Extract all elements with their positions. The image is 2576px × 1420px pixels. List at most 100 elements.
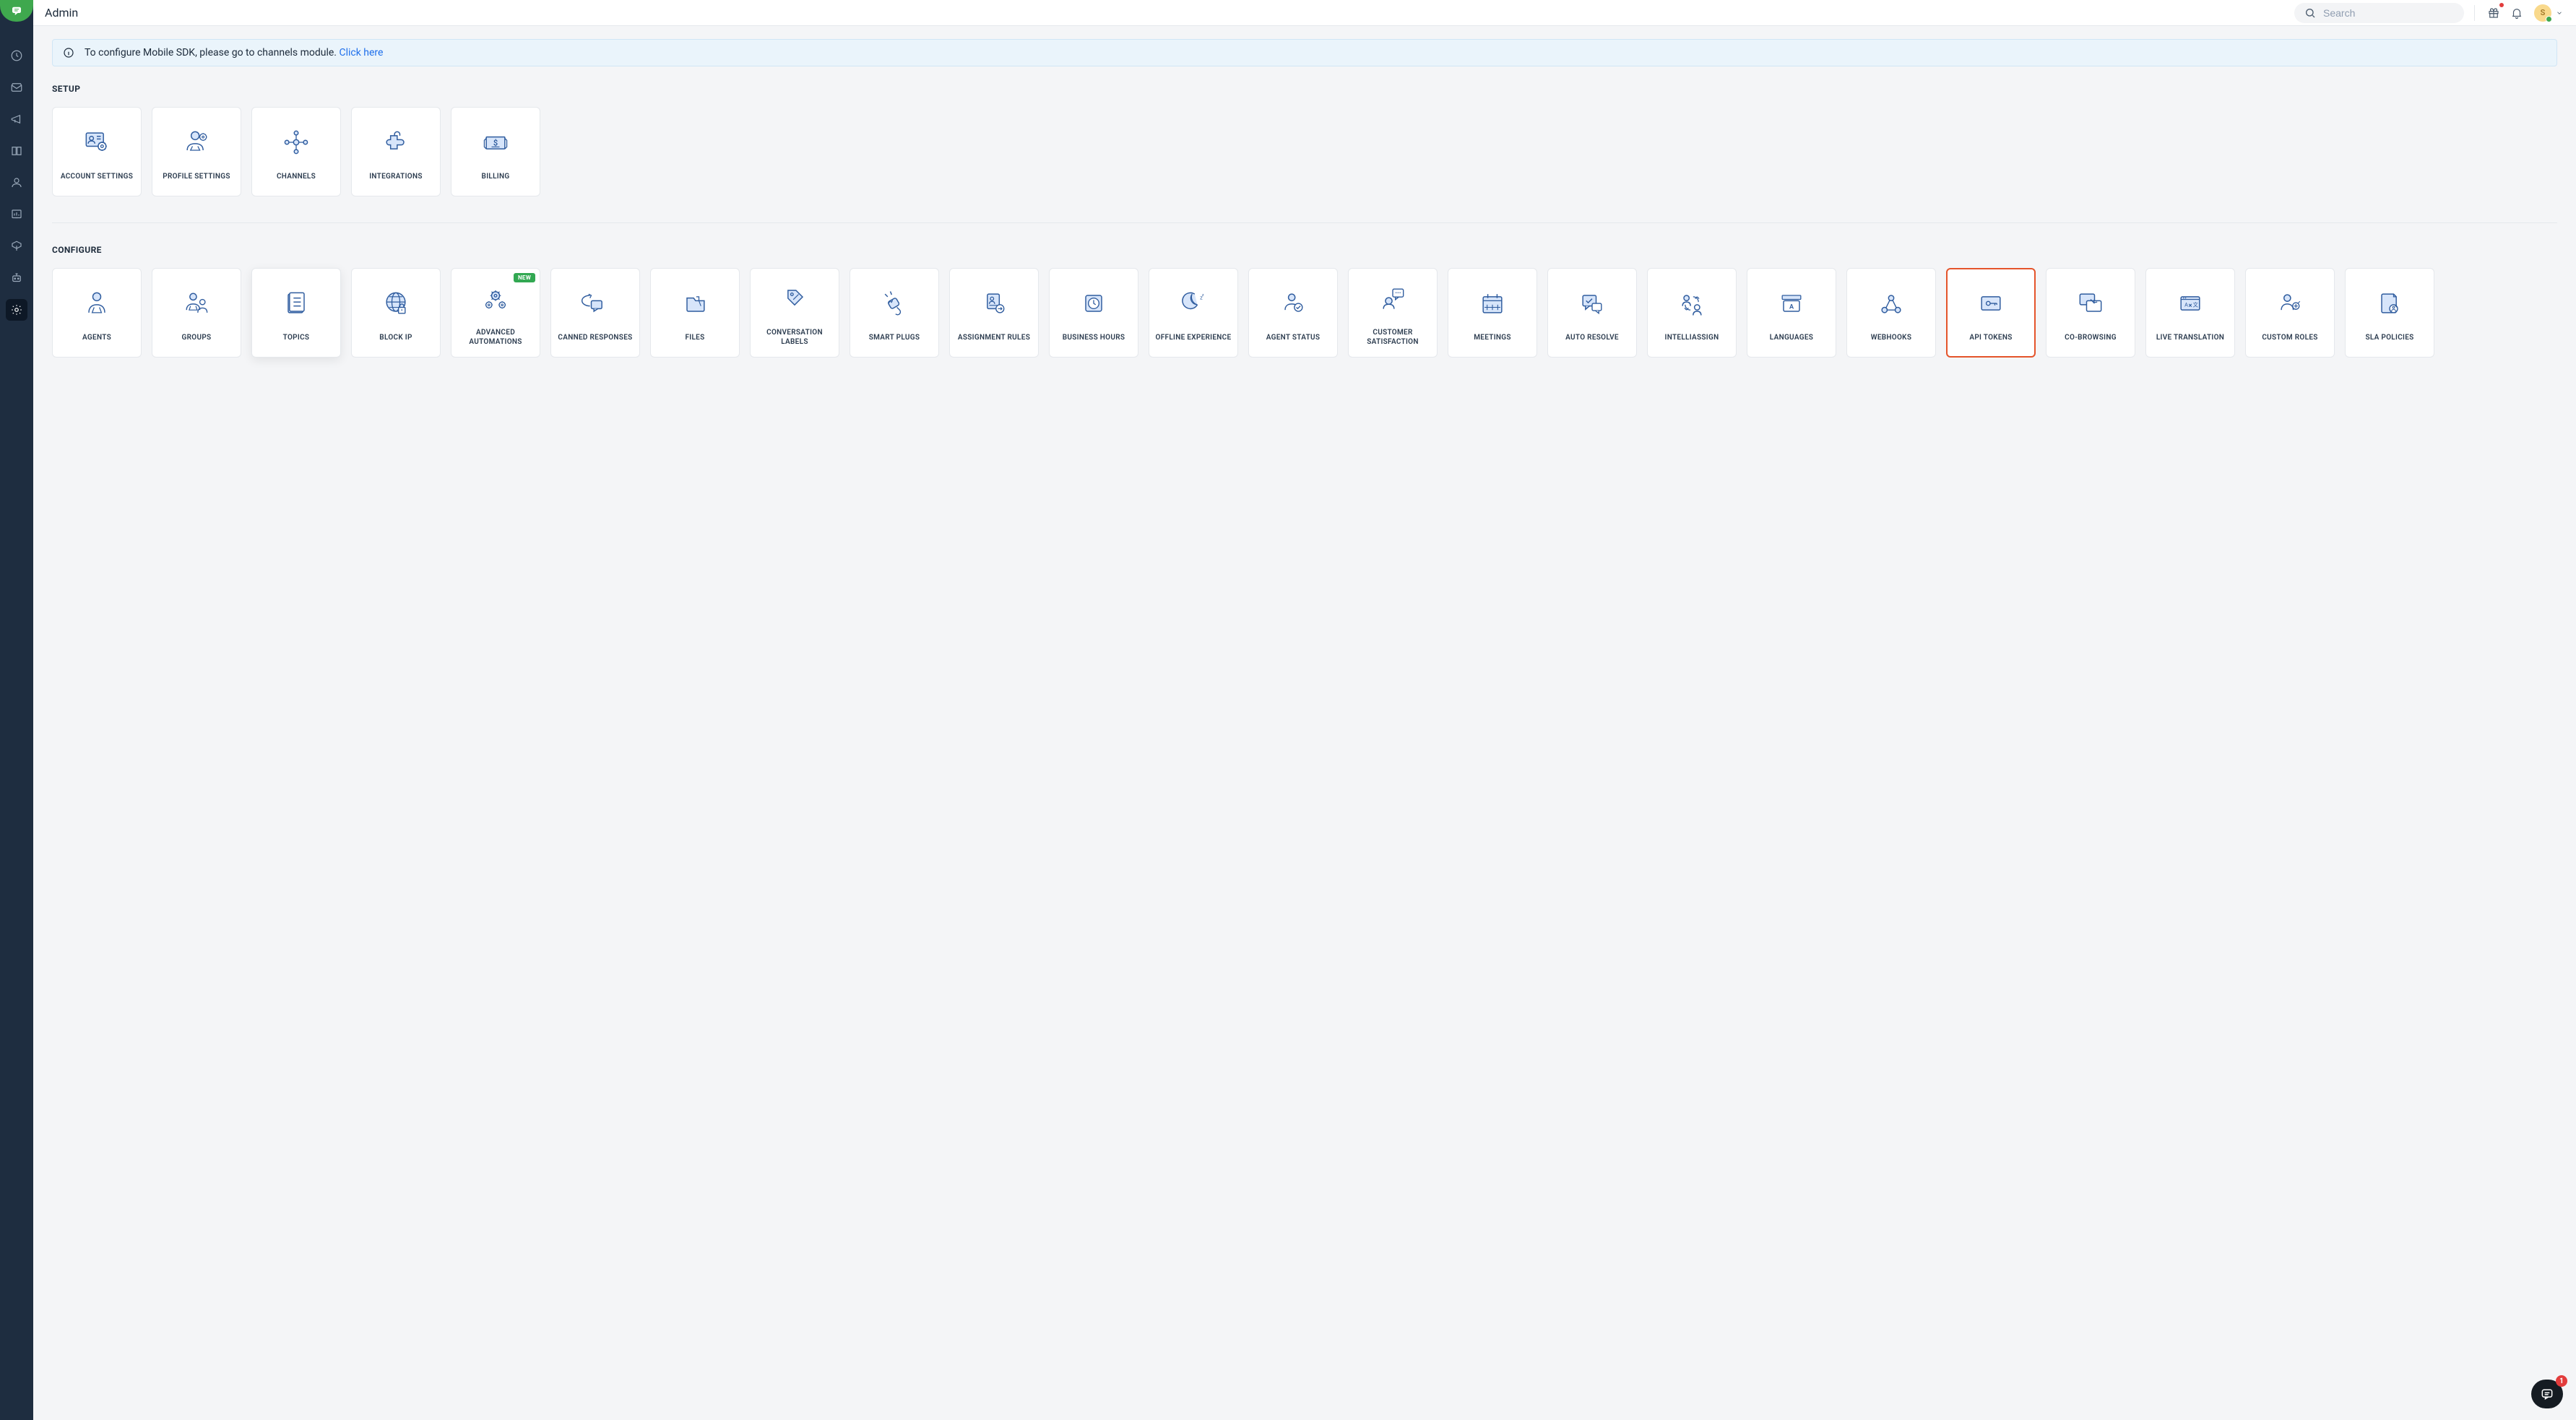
card-webhooks[interactable]: WEBHOOKS: [1846, 268, 1936, 358]
nav-reports[interactable]: [6, 204, 27, 225]
gift-icon: [2487, 7, 2500, 20]
chat-fab[interactable]: 1: [2531, 1380, 2563, 1408]
card-label: BLOCK IP: [379, 333, 412, 342]
nav-bot[interactable]: [6, 267, 27, 289]
search-icon: [2304, 7, 2316, 19]
card-label: ADVANCED AUTOMATIONS: [457, 328, 534, 347]
integrations-icon: [380, 123, 412, 162]
card-custom-roles[interactable]: CUSTOM ROLES: [2245, 268, 2335, 358]
chat-icon: [2540, 1387, 2554, 1401]
card-label: AGENT STATUS: [1266, 333, 1321, 342]
card-label: AUTO RESOLVE: [1565, 333, 1619, 342]
topics-icon: [280, 284, 312, 323]
webhooks-icon: [1875, 284, 1907, 323]
card-topics[interactable]: TOPICS: [251, 268, 341, 358]
card-customer-satisfaction[interactable]: CUSTOMER SATISFACTION: [1348, 268, 1438, 358]
card-smart-plugs[interactable]: SMART PLUGS: [850, 268, 939, 358]
bell-icon: [2510, 7, 2523, 20]
card-advanced-automations[interactable]: NEW ADVANCED AUTOMATIONS: [451, 268, 540, 358]
card-profile-settings[interactable]: PROFILE SETTINGS: [152, 107, 241, 196]
card-billing[interactable]: $ BILLING: [451, 107, 540, 196]
svg-text:A: A: [2184, 301, 2188, 308]
presence-indicator: [2546, 16, 2552, 22]
card-business-hours[interactable]: BUSINESS HOURS: [1049, 268, 1138, 358]
card-label: CHANNELS: [277, 172, 316, 181]
card-assignment-rules[interactable]: ASSIGNMENT RULES: [949, 268, 1039, 358]
section-configure: CONFIGURE AGENTS GROUPS TOPICS BLOCK IP …: [52, 245, 2557, 358]
search-box[interactable]: [2294, 3, 2464, 23]
user-menu[interactable]: S: [2534, 4, 2563, 22]
card-conversation-labels[interactable]: CONVERSATION LABELS: [750, 268, 839, 358]
card-offline-experience[interactable]: zz OFFLINE EXPERIENCE: [1149, 268, 1238, 358]
card-label: FILES: [685, 333, 704, 342]
nav-apps[interactable]: [6, 235, 27, 257]
files-icon: [679, 284, 711, 323]
nav-dashboard[interactable]: [6, 45, 27, 66]
card-files[interactable]: FILES: [650, 268, 740, 358]
card-label: BUSINESS HOURS: [1063, 333, 1125, 342]
card-label: CANNED RESPONSES: [558, 333, 632, 342]
card-label: OFFLINE EXPERIENCE: [1156, 333, 1232, 342]
card-api-tokens[interactable]: API TOKENS: [1946, 268, 2036, 358]
card-label: SMART PLUGS: [869, 333, 920, 342]
banner-link[interactable]: Click here: [339, 47, 383, 59]
card-groups[interactable]: GROUPS: [152, 268, 241, 358]
co-browsing-icon: [2075, 284, 2106, 323]
card-sla-policies[interactable]: SLA POLICIES: [2345, 268, 2434, 358]
nav-admin[interactable]: [6, 299, 27, 321]
badge-new: NEW: [514, 273, 535, 282]
card-intelliassign[interactable]: INTELLIASSIGN: [1647, 268, 1737, 358]
card-auto-resolve[interactable]: AUTO RESOLVE: [1547, 268, 1637, 358]
card-account-settings[interactable]: ACCOUNT SETTINGS: [52, 107, 142, 196]
card-integrations[interactable]: INTEGRATIONS: [351, 107, 441, 196]
card-agents[interactable]: AGENTS: [52, 268, 142, 358]
section-setup: SETUP ACCOUNT SETTINGS PROFILE SETTINGS …: [52, 84, 2557, 196]
languages-icon: A: [1776, 284, 1807, 323]
business-hours-icon: [1078, 284, 1110, 323]
info-icon: [63, 47, 74, 59]
canned-responses-icon: [579, 284, 611, 323]
card-channels[interactable]: CHANNELS: [251, 107, 341, 196]
card-live-translation[interactable]: A文 LIVE TRANSLATION: [2145, 268, 2235, 358]
chevron-down-icon: [2556, 9, 2563, 17]
nav-campaigns[interactable]: [6, 108, 27, 130]
nav-people[interactable]: [6, 172, 27, 194]
card-label: ACCOUNT SETTINGS: [61, 172, 133, 181]
topbar: Admin S: [33, 0, 2576, 26]
card-label: CUSTOM ROLES: [2262, 333, 2317, 342]
app-logo[interactable]: [0, 0, 33, 22]
svg-text:$: $: [493, 138, 498, 147]
billing-icon: $: [480, 123, 511, 162]
auto-resolve-icon: [1576, 284, 1608, 323]
nav-knowledge[interactable]: [6, 140, 27, 162]
search-input[interactable]: [2323, 7, 2454, 19]
card-meetings[interactable]: MEETINGS: [1448, 268, 1537, 358]
svg-text:A: A: [1789, 303, 1794, 311]
gifts-button[interactable]: [2485, 4, 2502, 22]
card-label: AGENTS: [82, 333, 111, 342]
card-label: TOPICS: [283, 333, 310, 342]
card-label: SLA POLICIES: [2365, 333, 2413, 342]
sla-policies-icon: [2374, 284, 2406, 323]
card-label: INTELLIASSIGN: [1665, 333, 1719, 342]
notifications-button[interactable]: [2508, 4, 2525, 22]
section-divider: [52, 222, 2557, 223]
conversation-labels-icon: [779, 279, 811, 318]
avatar: S: [2534, 4, 2551, 22]
intelliassign-icon: [1676, 284, 1708, 323]
card-label: WEBHOOKS: [1871, 333, 1911, 342]
card-canned-responses[interactable]: CANNED RESPONSES: [550, 268, 640, 358]
card-co-browsing[interactable]: CO-BROWSING: [2046, 268, 2135, 358]
card-agent-status[interactable]: AGENT STATUS: [1248, 268, 1338, 358]
profile-settings-icon: [181, 123, 212, 162]
card-label: CONVERSATION LABELS: [756, 328, 833, 347]
groups-icon: [181, 284, 212, 323]
card-block-ip[interactable]: BLOCK IP: [351, 268, 441, 358]
card-label: CO-BROWSING: [2065, 333, 2117, 342]
custom-roles-icon: [2274, 284, 2306, 323]
smart-plugs-icon: [878, 284, 910, 323]
nav-inbox[interactable]: [6, 77, 27, 98]
card-languages[interactable]: A LANGUAGES: [1747, 268, 1836, 358]
card-label: ASSIGNMENT RULES: [958, 333, 1030, 342]
block-ip-icon: [380, 284, 412, 323]
